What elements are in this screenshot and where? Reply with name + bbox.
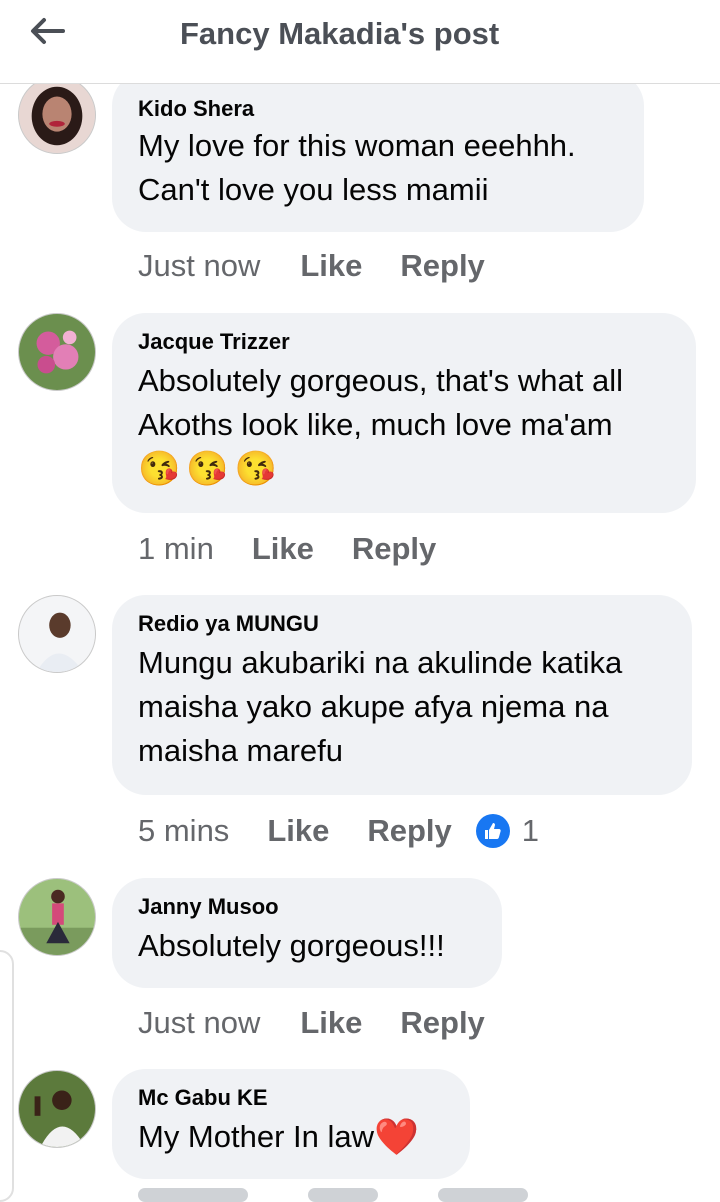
comment-line: maisha marefu bbox=[138, 733, 344, 768]
profile-photo-icon bbox=[19, 879, 95, 955]
edge-handle bbox=[0, 950, 14, 1202]
comment-bubble[interactable]: Redio ya MUNGU Mungu akubariki na akulin… bbox=[112, 595, 692, 795]
comment-feed[interactable]: Kido Shera My love for this woman eeehhh… bbox=[0, 0, 720, 1202]
profile-photo-icon bbox=[19, 596, 95, 672]
comment-author[interactable]: Redio ya MUNGU bbox=[138, 611, 666, 637]
comment-author[interactable]: Jacque Trizzer bbox=[138, 329, 670, 355]
comment-time[interactable]: 1 min bbox=[138, 529, 214, 569]
like-button[interactable]: Like bbox=[267, 811, 329, 851]
reaction-summary[interactable]: 1 bbox=[475, 811, 540, 851]
avatar[interactable] bbox=[18, 595, 96, 673]
avatar[interactable] bbox=[18, 878, 96, 956]
heart-emoji-icon: ❤️ bbox=[374, 1116, 419, 1157]
kiss-emoji-icon: 😘 bbox=[138, 450, 181, 488]
comment-line: My love for this woman eeehhh. bbox=[138, 128, 576, 163]
back-arrow-icon bbox=[31, 18, 65, 44]
reply-button[interactable]: Reply bbox=[400, 246, 484, 286]
profile-photo-icon bbox=[19, 77, 95, 153]
comment-text: Absolutely gorgeous!!! bbox=[138, 924, 476, 968]
comment-line: Absolutely gorgeous!!! bbox=[138, 928, 445, 963]
comment-line: Akoths look like, much love ma'am bbox=[138, 407, 613, 442]
comment-author[interactable]: Janny Musoo bbox=[138, 894, 476, 920]
emoji-row: 😘 😘 😘 bbox=[138, 447, 670, 491]
avatar[interactable] bbox=[18, 313, 96, 391]
kiss-emoji-icon: 😘 bbox=[234, 450, 278, 488]
thumbs-up-icon bbox=[475, 814, 510, 848]
comment-bubble[interactable]: Kido Shera My love for this woman eeehhh… bbox=[112, 72, 644, 232]
comment-text: Mungu akubariki na akulinde katika maish… bbox=[138, 641, 666, 773]
comment-actions: 1 min Like Reply bbox=[138, 529, 436, 569]
reply-button[interactable]: Reply bbox=[367, 811, 451, 851]
reply-button[interactable]: Reply bbox=[400, 1003, 484, 1043]
kiss-emoji-icon: 😘 bbox=[186, 450, 229, 488]
comment-actions-partial bbox=[138, 1188, 528, 1202]
comment-bubble[interactable]: Jacque Trizzer Absolutely gorgeous, that… bbox=[112, 313, 696, 513]
comment-line: Mungu akubariki na akulinde katika bbox=[138, 645, 623, 680]
avatar[interactable] bbox=[18, 76, 96, 154]
comment-line: maisha yako akupe afya njema na bbox=[138, 689, 609, 724]
comment-author[interactable]: Mc Gabu KE bbox=[138, 1085, 444, 1111]
like-button[interactable]: Like bbox=[300, 1003, 362, 1043]
comment-actions: Just now Like Reply bbox=[138, 246, 485, 286]
profile-photo-icon bbox=[19, 314, 95, 390]
comment-time[interactable]: 5 mins bbox=[138, 811, 229, 851]
comment-time[interactable]: Just now bbox=[138, 246, 260, 286]
comment-line: My Mother In law bbox=[138, 1119, 375, 1154]
comment-text: Absolutely gorgeous, that's what all Ako… bbox=[138, 359, 670, 447]
comment-time[interactable]: Just now bbox=[138, 1003, 260, 1043]
comment-text: My love for this woman eeehhh. Can't lov… bbox=[138, 124, 618, 212]
back-button[interactable] bbox=[22, 10, 74, 52]
top-bar: Fancy Makadia's post bbox=[0, 0, 720, 84]
profile-photo-icon bbox=[19, 1071, 95, 1147]
comment-author[interactable]: Kido Shera bbox=[138, 96, 618, 122]
like-button[interactable]: Like bbox=[300, 246, 362, 286]
like-button[interactable]: Like bbox=[252, 529, 314, 569]
comment-text: My Mother In law ❤️ bbox=[138, 1115, 444, 1159]
reply-button[interactable]: Reply bbox=[352, 529, 436, 569]
comment-bubble[interactable]: Mc Gabu KE My Mother In law ❤️ bbox=[112, 1069, 470, 1179]
comment-actions: Just now Like Reply bbox=[138, 1003, 485, 1043]
avatar[interactable] bbox=[18, 1070, 96, 1148]
comment-actions: 5 mins Like Reply 1 bbox=[138, 811, 539, 851]
comment-bubble[interactable]: Janny Musoo Absolutely gorgeous!!! bbox=[112, 878, 502, 988]
reaction-count: 1 bbox=[521, 813, 540, 848]
page-title: Fancy Makadia's post bbox=[180, 16, 500, 51]
comment-line: Absolutely gorgeous, that's what all bbox=[138, 363, 623, 398]
comment-line: Can't love you less mamii bbox=[138, 172, 489, 207]
